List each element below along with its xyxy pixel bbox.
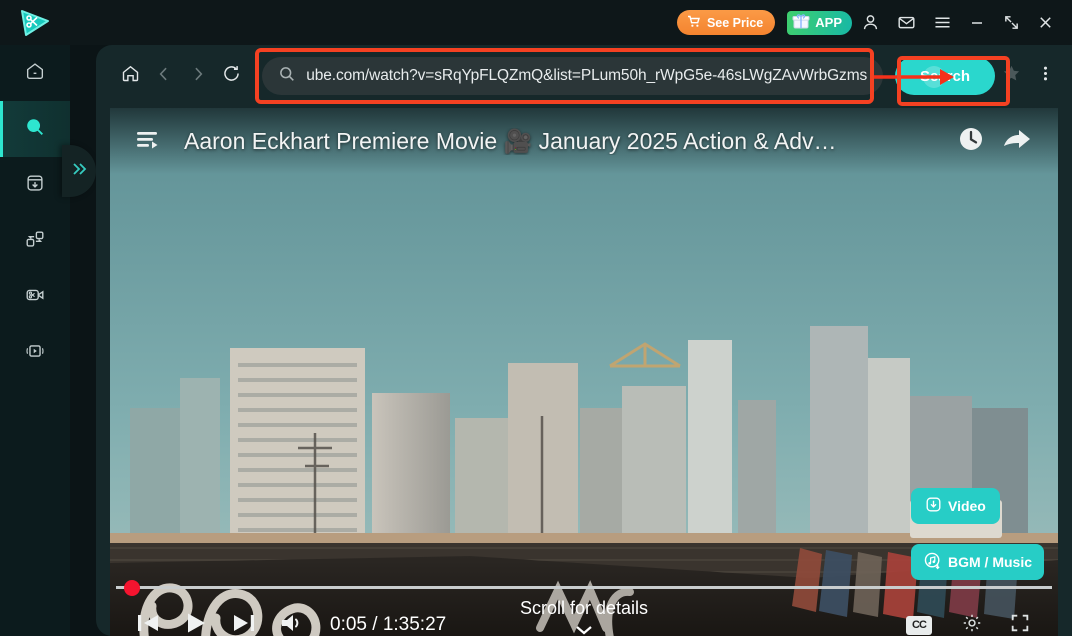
video-title-bar: Aaron Eckhart Premiere Movie 🎥 January 2… xyxy=(110,108,1058,174)
mail-icon xyxy=(897,13,916,32)
window-controls-group: See Price APP xyxy=(676,0,1062,45)
gear-icon xyxy=(961,612,983,636)
app-logo-icon xyxy=(18,8,52,38)
convert-icon xyxy=(24,228,46,255)
playlist-button[interactable] xyxy=(124,118,170,164)
video-cut-icon xyxy=(24,284,46,311)
sidebar-item-home[interactable] xyxy=(0,45,70,101)
sidebar-item-search[interactable] xyxy=(0,101,70,157)
app-badge-label: APP xyxy=(815,15,842,30)
download-icon xyxy=(925,496,942,516)
next-button[interactable] xyxy=(220,602,268,636)
person-icon xyxy=(861,13,880,32)
playlist-icon xyxy=(134,126,160,157)
sidebar-item-download[interactable] xyxy=(0,157,70,213)
account-button[interactable] xyxy=(852,0,888,45)
maximize-button[interactable] xyxy=(994,0,1028,45)
play-button[interactable] xyxy=(172,602,220,636)
download-box-icon xyxy=(24,172,46,199)
minimize-icon xyxy=(969,15,985,31)
close-button[interactable] xyxy=(1028,0,1062,45)
player-control-row: 0:05 / 1:35:27 CC xyxy=(110,600,1058,636)
previous-button[interactable] xyxy=(124,602,172,636)
url-bar-wrapper: ube.com/watch?v=sRqYpFLQZmQ&list=PLum50h… xyxy=(255,48,955,104)
video-player[interactable]: Aaron Eckhart Premiere Movie 🎥 January 2… xyxy=(110,108,1058,636)
hamburger-menu-icon xyxy=(933,13,952,32)
browser-home-button[interactable] xyxy=(114,56,148,96)
app-gift-icon xyxy=(791,11,811,34)
download-bgm-button[interactable]: BGM / Music xyxy=(910,544,1044,580)
settings-button[interactable] xyxy=(948,602,996,636)
maximize-icon xyxy=(1003,14,1020,31)
sidebar-item-video-editor[interactable] xyxy=(0,269,70,325)
search-button[interactable]: Search xyxy=(895,57,995,95)
right-controls-group: CC xyxy=(906,602,1044,636)
browser-reload-button[interactable] xyxy=(215,56,249,96)
volume-icon xyxy=(279,611,305,636)
fullscreen-icon xyxy=(1009,612,1031,636)
content-panel: ube.com/watch?v=sRqYpFLQZmQ&list=PLum50h… xyxy=(96,45,1072,636)
skip-previous-icon xyxy=(135,611,161,636)
share-arrow-icon xyxy=(1002,126,1032,157)
browser-toolbar: ube.com/watch?v=sRqYpFLQZmQ&list=PLum50h… xyxy=(96,45,1072,107)
home-icon xyxy=(24,60,46,87)
clock-icon xyxy=(957,125,985,158)
reload-icon xyxy=(221,63,242,89)
browser-more-menu-button[interactable] xyxy=(1028,56,1062,96)
home-icon xyxy=(120,63,141,89)
play-icon xyxy=(183,610,209,636)
share-button[interactable] xyxy=(994,118,1040,164)
download-buttons-group: Video BGM / Music xyxy=(910,488,1044,600)
sidebar-item-convert[interactable] xyxy=(0,213,70,269)
minimize-button[interactable] xyxy=(960,0,994,45)
cart-icon xyxy=(687,15,701,31)
close-icon xyxy=(1037,14,1054,31)
star-icon xyxy=(1001,63,1022,89)
app-window: See Price APP ube.com/watch?v=sRqYpFLQZm… xyxy=(0,0,1072,636)
download-video-label: Video xyxy=(947,498,986,514)
double-chevron-right-icon xyxy=(69,159,89,184)
sidebar xyxy=(0,45,96,636)
music-download-icon xyxy=(923,551,942,573)
sidebar-expand-button[interactable] xyxy=(62,145,96,197)
see-price-button[interactable]: See Price xyxy=(676,10,776,35)
mail-button[interactable] xyxy=(888,0,924,45)
url-input[interactable]: ube.com/watch?v=sRqYpFLQZmQ&list=PLum50h… xyxy=(262,57,884,95)
playhead-handle[interactable] xyxy=(124,580,140,596)
three-dots-vertical-icon xyxy=(1036,64,1055,88)
skip-next-icon xyxy=(231,611,257,636)
app-badge-button[interactable]: APP xyxy=(787,10,852,35)
fullscreen-button[interactable] xyxy=(996,602,1044,636)
sidebar-item-player[interactable] xyxy=(0,325,70,381)
title-bar: See Price APP xyxy=(0,0,1072,45)
captions-button[interactable]: CC xyxy=(906,615,932,635)
url-text: ube.com/watch?v=sRqYpFLQZmQ&list=PLum50h… xyxy=(306,67,868,84)
watch-later-button[interactable] xyxy=(948,118,994,164)
main-menu-button[interactable] xyxy=(924,0,960,45)
timecode: 0:05 / 1:35:27 xyxy=(330,614,447,635)
search-icon xyxy=(24,116,46,143)
see-price-label: See Price xyxy=(706,15,764,30)
download-bgm-label: BGM / Music xyxy=(947,554,1032,570)
chevron-left-icon xyxy=(154,64,174,89)
bookmark-button[interactable] xyxy=(995,56,1029,96)
volume-button[interactable] xyxy=(268,602,316,636)
search-icon xyxy=(278,65,296,88)
media-player-icon xyxy=(24,340,46,367)
browser-back-button[interactable] xyxy=(148,56,182,96)
download-video-button[interactable]: Video xyxy=(910,488,1000,524)
browser-forward-button[interactable] xyxy=(181,56,215,96)
chevron-right-icon xyxy=(188,64,208,89)
video-title: Aaron Eckhart Premiere Movie 🎥 January 2… xyxy=(184,127,837,154)
